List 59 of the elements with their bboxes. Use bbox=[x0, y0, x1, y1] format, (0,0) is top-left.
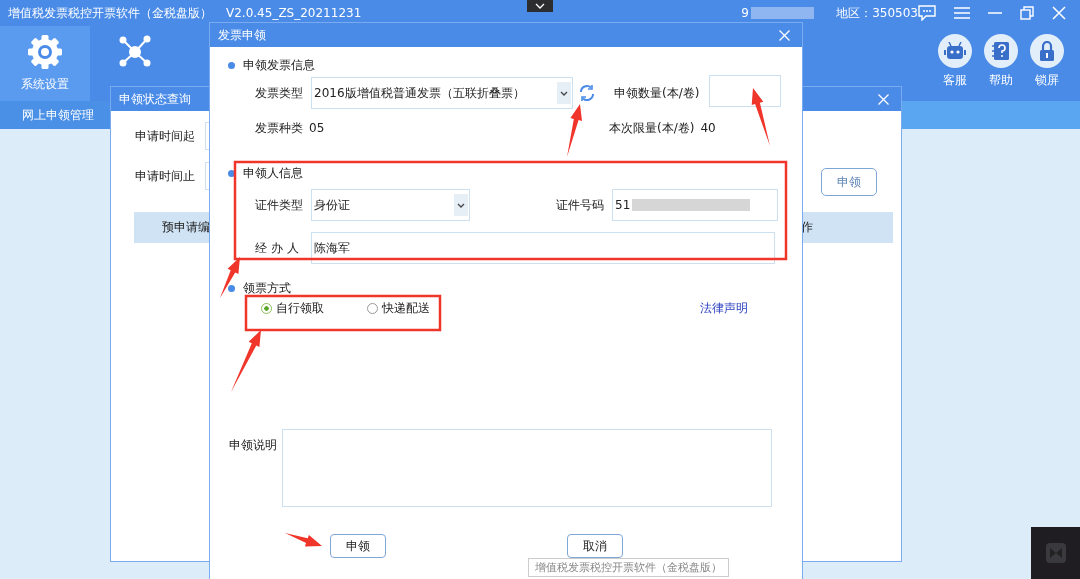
radio-option[interactable]: 自行领取 bbox=[261, 299, 367, 317]
dialog-button[interactable]: 取消 bbox=[567, 534, 623, 558]
id-type-dropdown[interactable]: 身份证 bbox=[311, 189, 470, 221]
legal-notice-link[interactable]: 法律声明 bbox=[700, 299, 748, 317]
tooltip: 增值税发票税控开票软件（金税盘版） bbox=[528, 558, 729, 577]
bullet-dot bbox=[228, 284, 235, 292]
collapse-tab[interactable] bbox=[527, 0, 553, 12]
close-icon[interactable] bbox=[1052, 6, 1066, 20]
apply-button[interactable]: 申领 bbox=[821, 168, 877, 196]
dialog-title: 申领状态查询 bbox=[119, 90, 191, 108]
caret-icon bbox=[560, 90, 568, 96]
gear-icon bbox=[27, 34, 63, 70]
blurred-area bbox=[750, 7, 815, 19]
annotation-arrow bbox=[285, 533, 322, 547]
field-label: 发票类型 bbox=[255, 84, 303, 102]
field-label: 经 办 人 bbox=[255, 239, 299, 257]
invoice-type-dropdown[interactable]: 2016版增值税普通发票（五联折叠票） bbox=[311, 77, 573, 109]
app-version: V2.0.45_ZS_20211231 bbox=[226, 6, 362, 20]
section-heading: 领票方式 bbox=[243, 279, 291, 297]
media-icon bbox=[1045, 543, 1066, 563]
refresh-icon[interactable] bbox=[578, 84, 596, 102]
close-icon[interactable] bbox=[878, 93, 889, 105]
bullet-dot bbox=[228, 169, 235, 177]
column-header: 预申请编 bbox=[162, 219, 210, 236]
field-label: 申请时间起 bbox=[135, 127, 195, 145]
annotation-arrow bbox=[751, 88, 770, 146]
annotation-arrow bbox=[220, 257, 240, 298]
field-value: 05 bbox=[309, 121, 326, 135]
field-label: 发票种类 bbox=[255, 119, 303, 137]
taxpayer-id: 9 bbox=[741, 6, 749, 20]
section-heading: 申领人信息 bbox=[243, 164, 303, 182]
field-label: 申请时间止 bbox=[135, 167, 195, 185]
region-code: 地区：350503 bbox=[836, 4, 918, 22]
lock-icon bbox=[1039, 41, 1055, 61]
dialog-title: 发票申领 bbox=[218, 26, 266, 44]
chat-icon[interactable] bbox=[918, 5, 936, 21]
field-value: 40 bbox=[700, 121, 716, 135]
field-label: 证件类型 bbox=[255, 196, 303, 214]
field-label: 证件号码 bbox=[556, 196, 604, 214]
field-label: 申领数量(本/卷) bbox=[614, 84, 700, 102]
chevron-down-icon bbox=[535, 3, 545, 9]
handler-name-field[interactable]: 陈海军 bbox=[310, 232, 775, 264]
id-number-field[interactable]: 51 bbox=[612, 189, 778, 221]
field-label: 申领说明 bbox=[229, 437, 277, 454]
restore-icon[interactable] bbox=[1020, 6, 1034, 20]
field-label: 本次限量(本/卷) bbox=[609, 119, 695, 137]
annotation-arrow bbox=[231, 330, 261, 392]
bullet-dot bbox=[228, 61, 235, 69]
radio-option[interactable]: 快递配送 bbox=[367, 299, 473, 317]
help-book-icon bbox=[992, 41, 1010, 61]
app-title: 增值税发票税控开票软件（金税盘版） bbox=[8, 4, 212, 22]
menu-icon[interactable] bbox=[954, 7, 970, 19]
close-icon[interactable] bbox=[779, 29, 790, 41]
caret-icon bbox=[457, 202, 465, 208]
robot-icon bbox=[944, 42, 966, 60]
dialog-button[interactable]: 申领 bbox=[330, 534, 386, 558]
quantity-input[interactable] bbox=[709, 75, 782, 107]
section-heading: 申领发票信息 bbox=[243, 56, 315, 74]
annotation-arrow bbox=[567, 104, 582, 157]
